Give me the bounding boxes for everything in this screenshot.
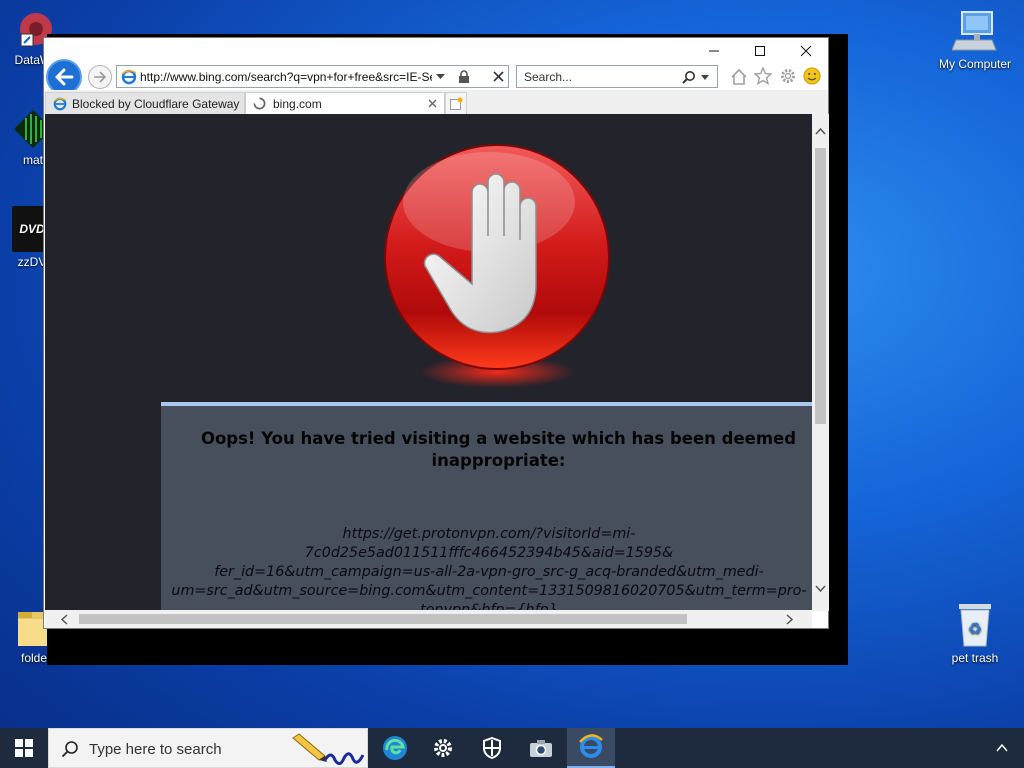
tab-label: Blocked by Cloudflare Gateway — [72, 96, 240, 111]
forward-arrow-icon — [94, 71, 107, 83]
scroll-left-icon[interactable] — [61, 614, 68, 625]
horizontal-scrollbar[interactable] — [45, 610, 812, 628]
ie-page-icon — [53, 97, 67, 110]
new-tab-button[interactable] — [445, 92, 467, 114]
pencil-scribble-icon — [292, 733, 365, 765]
taskbar-search-input[interactable]: Type here to search — [89, 741, 222, 758]
browser-window[interactable]: http://www.bing.com/search?q=vpn+for+fre… — [43, 37, 829, 629]
page-content: Oops! You have tried visiting a website … — [45, 114, 812, 611]
favorites-star-icon[interactable] — [754, 67, 772, 85]
address-dropdown-icon[interactable] — [436, 74, 445, 80]
search-icon[interactable] — [682, 70, 696, 84]
scroll-up-icon[interactable] — [815, 128, 826, 135]
new-tab-icon — [450, 96, 463, 110]
camera-icon — [530, 740, 552, 757]
desktop-icon-label: mat — [22, 153, 43, 167]
show-hidden-icons-button[interactable] — [982, 728, 1022, 768]
ie-page-icon — [121, 69, 137, 85]
search-box[interactable]: Search... — [516, 65, 718, 88]
desktop-icon-label: pet trash — [951, 651, 999, 665]
recycle-bin-icon: ♻ — [955, 602, 995, 648]
block-message-heading: Oops! You have tried visiting a website … — [200, 429, 797, 470]
dvd-logo-text: DVD — [19, 222, 45, 236]
loading-spinner-icon — [253, 97, 266, 110]
taskbar-security[interactable] — [468, 728, 516, 768]
internet-explorer-icon — [579, 734, 603, 758]
stop-icon[interactable] — [493, 71, 504, 82]
search-input[interactable]: Search... — [524, 70, 572, 84]
taskbar-search-box[interactable]: Type here to search — [48, 728, 368, 768]
blocked-url-text: https://get.protonvpn.com/?visitorId=mi-… — [171, 526, 807, 611]
taskbar-camera[interactable] — [517, 728, 565, 768]
address-input[interactable]: http://www.bing.com/search?q=vpn+for+fre… — [140, 70, 432, 84]
taskbar-settings[interactable] — [419, 728, 467, 768]
scroll-right-icon[interactable] — [786, 614, 793, 625]
tab-bing[interactable]: bing.com — [245, 92, 445, 114]
feedback-smiley-icon[interactable] — [803, 67, 821, 85]
address-bar[interactable]: http://www.bing.com/search?q=vpn+for+fre… — [116, 65, 509, 88]
tab-blocked[interactable]: Blocked by Cloudflare Gateway — [45, 92, 245, 114]
home-icon[interactable] — [730, 68, 748, 85]
start-button[interactable] — [0, 728, 48, 768]
back-arrow-icon — [55, 68, 74, 86]
settings-gear-icon — [434, 739, 452, 757]
computer-icon — [951, 10, 998, 54]
forward-button[interactable] — [88, 65, 112, 89]
desktop-icon-label: My Computer — [938, 57, 1012, 71]
tab-label: bing.com — [273, 96, 322, 111]
close-icon — [800, 45, 812, 57]
vertical-scrollbar[interactable] — [812, 114, 829, 611]
taskbar-edge[interactable] — [371, 728, 419, 768]
shield-icon — [483, 737, 501, 759]
minimize-icon — [709, 50, 719, 52]
maximize-icon — [755, 46, 765, 56]
tab-close-icon[interactable] — [428, 99, 437, 108]
desktop-icon-my-computer[interactable]: My Computer — [938, 10, 1012, 71]
lock-icon[interactable] — [458, 70, 470, 84]
edge-browser-icon — [383, 736, 407, 760]
vertical-scroll-thumb[interactable] — [815, 148, 826, 424]
taskbar-internet-explorer[interactable] — [567, 728, 615, 768]
search-icon — [61, 741, 78, 758]
horizontal-scroll-thumb[interactable] — [79, 614, 687, 624]
settings-gear-icon[interactable] — [779, 67, 797, 85]
scroll-down-icon[interactable] — [815, 585, 826, 592]
desktop-icon-recycle-bin[interactable]: ♻ pet trash — [938, 602, 1012, 665]
taskbar: Type here to search — [0, 728, 1024, 768]
search-dropdown-icon[interactable] — [701, 75, 709, 80]
tab-bar: Blocked by Cloudflare Gateway bing.com — [44, 90, 828, 114]
svg-text:♻: ♻ — [968, 621, 982, 638]
stop-hand-icon — [384, 144, 610, 388]
block-message-panel: Oops! You have tried visiting a website … — [161, 402, 812, 611]
desktop-icon-label: folde — [20, 651, 48, 665]
windows-logo-icon — [15, 739, 33, 757]
chevron-up-icon — [996, 744, 1008, 752]
navigation-bar: http://www.bing.com/search?q=vpn+for+fre… — [44, 58, 828, 95]
